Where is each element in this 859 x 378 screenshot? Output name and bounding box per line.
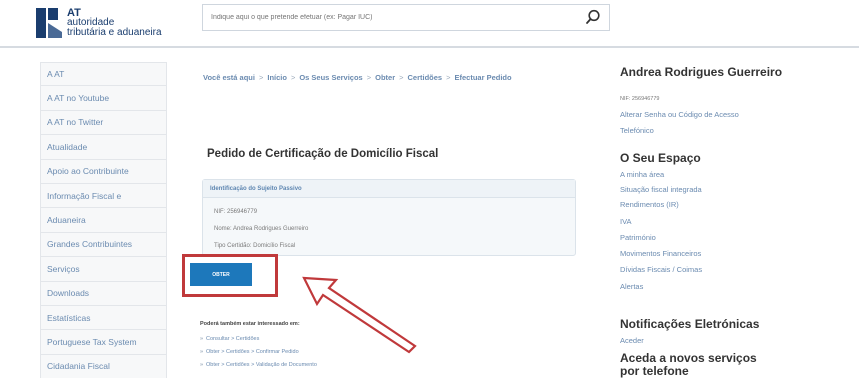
related-link[interactable]: » Obter > Certidões > Confirmar Pedido bbox=[200, 349, 299, 355]
related-link[interactable]: » Obter > Certidões > Validação de Docume… bbox=[200, 362, 317, 368]
espaco-link-rendimentos[interactable]: Rendimentos (IR) bbox=[620, 200, 679, 209]
change-password-link[interactable]: Alterar Senha ou Código de Acesso bbox=[620, 110, 739, 119]
related-link-label: Obter > Certidões > Validação de Documen… bbox=[206, 362, 317, 368]
espaco-link-dividas[interactable]: Dívidas Fiscais / Coimas bbox=[620, 265, 702, 274]
annotation-arrow-icon bbox=[302, 276, 417, 354]
nif-line: NIF: 256946779 bbox=[214, 209, 258, 215]
chevron-right-icon: > bbox=[290, 73, 296, 82]
at-logo[interactable]: AT autoridade tributária e aduaneira bbox=[36, 8, 162, 38]
logo-text: AT autoridade tributária e aduaneira bbox=[67, 8, 162, 38]
chevron-right-icon: > bbox=[258, 73, 264, 82]
header-divider bbox=[0, 46, 859, 48]
also-interested-label: Poderá também estar interessado em: bbox=[200, 321, 300, 327]
id-box-heading: Identificação do Sujeito Passivo bbox=[203, 180, 575, 198]
sidebar-item-apoio[interactable]: Apoio ao Contribuinte bbox=[40, 159, 167, 184]
related-link[interactable]: » Consultar > Certidões bbox=[200, 336, 259, 342]
sidebar-item-youtube[interactable]: A AT no Youtube bbox=[40, 86, 167, 111]
related-link-label: Consultar > Certidões bbox=[206, 336, 260, 342]
user-nif: NIF: 256946779 bbox=[620, 96, 660, 102]
espaco-link-minha-area[interactable]: A minha área bbox=[620, 170, 664, 179]
sidebar-item-tax-system[interactable]: Portuguese Tax System bbox=[40, 330, 167, 355]
obter-button[interactable]: OBTER bbox=[190, 263, 252, 286]
notificacoes-aceder-link[interactable]: Aceder bbox=[620, 336, 644, 345]
taxpayer-id-box: Identificação do Sujeito Passivo NIF: 25… bbox=[202, 179, 576, 256]
espaco-link-movimentos[interactable]: Movimentos Financeiros bbox=[620, 249, 701, 258]
sidebar-item-grandes-contribuintes[interactable]: Grandes Contribuintes bbox=[40, 232, 167, 258]
breadcrumb-item-certidoes[interactable]: Certidões bbox=[408, 73, 443, 82]
espaco-link-patrimonio[interactable]: Património bbox=[620, 233, 656, 242]
name-line: Nome: Andrea Rodrigues Guerreiro bbox=[214, 226, 309, 232]
sidebar-item-informacao-fiscal[interactable]: Informação Fiscal e bbox=[40, 183, 167, 209]
user-name: Andrea Rodrigues Guerreiro bbox=[620, 65, 783, 79]
left-sidebar: A AT A AT no Youtube A AT no Twitter Atu… bbox=[40, 62, 167, 378]
chevron-right-icon: > bbox=[366, 73, 372, 82]
espaco-link-situacao-fiscal[interactable]: Situação fiscal integrada bbox=[620, 185, 702, 194]
sidebar-item-atualidade[interactable]: Atualidade bbox=[40, 135, 167, 160]
chevron-right-icon: > bbox=[446, 73, 451, 82]
sidebar-item-servicos[interactable]: Serviços bbox=[40, 257, 167, 282]
sidebar-item-twitter[interactable]: A AT no Twitter bbox=[40, 110, 167, 136]
espaco-link-iva[interactable]: IVA bbox=[620, 217, 632, 226]
breadcrumb-item-efectuar-pedido[interactable]: Efectuar Pedido bbox=[455, 73, 512, 82]
related-link-label: Obter > Certidões > Confirmar Pedido bbox=[206, 349, 299, 355]
sidebar-item-estatisticas[interactable]: Estatísticas bbox=[40, 305, 167, 331]
at-logo-mark-icon bbox=[36, 8, 62, 38]
highlight-box: OBTER bbox=[182, 254, 278, 297]
telefonico-link[interactable]: Telefónico bbox=[620, 126, 654, 135]
sidebar-item-cidadania[interactable]: Cidadania Fiscal bbox=[40, 354, 167, 378]
seu-espaco-heading: O Seu Espaço bbox=[620, 151, 701, 165]
sidebar-item-a-at[interactable]: A AT bbox=[40, 62, 167, 87]
sidebar-item-aduaneira[interactable]: Aduaneira bbox=[40, 208, 167, 233]
chevron-right-icon: > bbox=[399, 73, 404, 82]
breadcrumb: Você está aqui > Início > Os Seus Serviços > O… bbox=[203, 70, 598, 86]
phone-services-heading-line2: por telefone bbox=[620, 364, 689, 378]
tipo-certidao-line: Tipo Certidão: Domicílio Fiscal bbox=[214, 243, 296, 249]
logo-line-3: tributária e aduaneira bbox=[67, 27, 162, 38]
breadcrumb-prefix: Você está aqui bbox=[203, 73, 255, 82]
search-icon[interactable] bbox=[585, 9, 601, 25]
sidebar-item-downloads[interactable]: Downloads bbox=[40, 281, 167, 306]
page-title: Pedido de Certificação de Domicílio Fisc… bbox=[207, 148, 439, 160]
breadcrumb-item-inicio[interactable]: Início bbox=[267, 73, 287, 82]
breadcrumb-item-servicos[interactable]: Os Seus Serviços bbox=[299, 73, 362, 82]
search-input[interactable] bbox=[203, 5, 573, 30]
espaco-link-alertas[interactable]: Alertas bbox=[620, 282, 643, 291]
site-header: AT autoridade tributária e aduaneira bbox=[0, 0, 859, 48]
notificacoes-heading: Notificações Eletrónicas bbox=[620, 317, 760, 331]
search-box bbox=[202, 4, 610, 31]
breadcrumb-item-obter[interactable]: Obter bbox=[375, 73, 395, 82]
